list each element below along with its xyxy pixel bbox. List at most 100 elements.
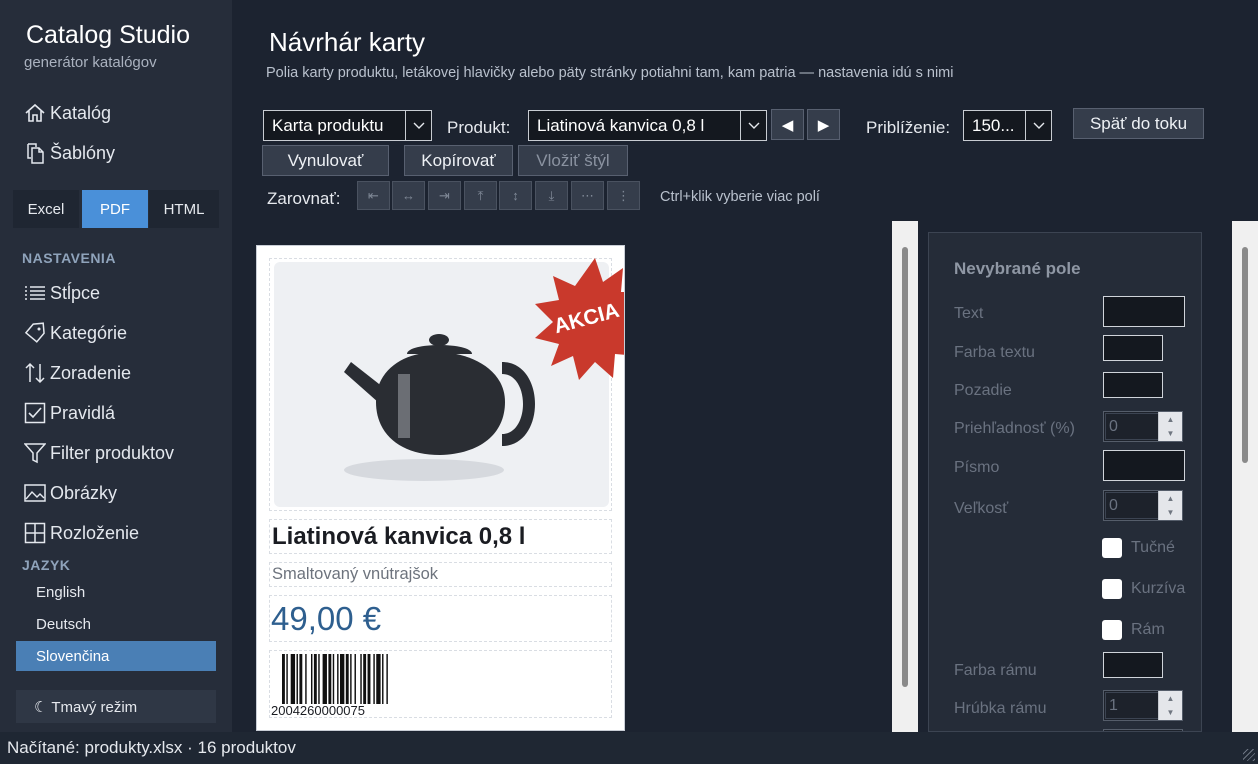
align-bottom-button[interactable]: ⤓ bbox=[535, 181, 568, 210]
format-tab-pdf[interactable]: PDF bbox=[82, 190, 148, 228]
sidebar-item-categories[interactable]: Kategórie bbox=[24, 318, 127, 348]
zoom-select[interactable]: 150... bbox=[963, 110, 1052, 141]
format-tab-excel[interactable]: Excel bbox=[13, 190, 79, 228]
stepper-arrows[interactable]: ▲ ▼ bbox=[1158, 412, 1182, 441]
background-color-swatch[interactable] bbox=[1103, 372, 1163, 398]
frame-width-label: Hrúbka rámu bbox=[954, 700, 1047, 717]
align-center-h-icon: ↔ bbox=[402, 188, 415, 203]
background-label: Pozadie bbox=[954, 382, 1012, 399]
size-value: 0 bbox=[1109, 497, 1118, 514]
paste-style-button[interactable]: Vložiť štýl bbox=[518, 145, 628, 176]
stepper-down-icon[interactable]: ▼ bbox=[1159, 426, 1182, 440]
stepper-arrows[interactable]: ▲ ▼ bbox=[1158, 491, 1182, 520]
product-select[interactable]: Liatinová kanvica 0,8 l bbox=[528, 110, 767, 141]
sidebar-item-layout[interactable]: Rozloženie bbox=[24, 518, 139, 548]
align-left-button[interactable]: ⇤ bbox=[357, 181, 390, 210]
text-input[interactable] bbox=[1103, 296, 1185, 327]
copy-icon bbox=[27, 143, 44, 164]
frame-width-field[interactable]: 1 bbox=[1105, 692, 1159, 719]
align-top-button[interactable]: ⤒ bbox=[464, 181, 497, 210]
checkbox-icon bbox=[24, 402, 46, 424]
italic-checkbox[interactable] bbox=[1102, 579, 1122, 599]
italic-label: Kurzíva bbox=[1131, 580, 1186, 597]
list-icon bbox=[25, 286, 45, 300]
sidebar-item-images[interactable]: Obrázky bbox=[24, 478, 117, 508]
nav-item-sablony[interactable]: Šablóny bbox=[24, 138, 115, 168]
app-title: Catalog Studio bbox=[26, 21, 191, 49]
card-barcode-field[interactable]: 2004260000075 bbox=[269, 650, 612, 718]
opacity-field[interactable]: 0 bbox=[1105, 413, 1159, 440]
format-tab-html[interactable]: HTML bbox=[149, 190, 219, 228]
frame-color-swatch[interactable] bbox=[1103, 652, 1163, 678]
resize-grip-icon[interactable] bbox=[1243, 749, 1255, 761]
stepper-up-icon[interactable]: ▲ bbox=[1159, 691, 1182, 705]
size-stepper[interactable]: 0 ▲ ▼ bbox=[1103, 490, 1183, 521]
stepper-down-icon[interactable]: ▼ bbox=[1159, 705, 1182, 719]
barcode-bar bbox=[367, 654, 371, 704]
text-color-swatch[interactable] bbox=[1103, 335, 1163, 361]
align-middle-v-icon: ↕ bbox=[512, 188, 519, 203]
page-description: Polia karty produktu, letákovej hlavičky… bbox=[266, 65, 954, 81]
sale-badge: AKCIA bbox=[535, 258, 624, 380]
chevron-down-icon bbox=[740, 111, 766, 140]
card-title-field[interactable]: Liatinová kanvica 0,8 l bbox=[269, 519, 612, 554]
align-center-h-button[interactable]: ↔ bbox=[392, 181, 425, 210]
size-field[interactable]: 0 bbox=[1105, 492, 1159, 519]
sidebar-item-label: Obrázky bbox=[50, 482, 118, 503]
triangle-left-icon: ◀ bbox=[781, 116, 794, 134]
align-left-icon: ⇤ bbox=[368, 187, 379, 203]
properties-scrollbar[interactable] bbox=[1232, 221, 1258, 732]
sidebar-item-rules[interactable]: Pravidlá bbox=[24, 398, 115, 428]
stepper-arrows[interactable]: ▲ ▼ bbox=[1158, 691, 1182, 720]
dark-mode-button[interactable]: ☾ Tmavý režim bbox=[16, 690, 216, 723]
sidebar-item-columns[interactable]: Stĺpce bbox=[24, 278, 100, 308]
copy-style-button[interactable]: Kopírovať bbox=[404, 145, 513, 176]
align-label: Zarovnať: bbox=[267, 189, 341, 208]
sidebar-item-sorting[interactable]: Zoradenie bbox=[24, 358, 131, 388]
template-select[interactable]: Karta produktu bbox=[263, 110, 432, 141]
nav-item-label: Šablóny bbox=[50, 142, 116, 163]
card-price-field[interactable]: 49,00 € bbox=[269, 595, 612, 642]
language-deutsch[interactable]: Deutsch bbox=[16, 609, 216, 639]
distribute-v-button[interactable]: ⋮ bbox=[607, 181, 640, 210]
product-select-value: Liatinová kanvica 0,8 l bbox=[537, 115, 705, 135]
frame-checkbox[interactable] bbox=[1102, 620, 1122, 640]
barcode-bar bbox=[363, 654, 367, 704]
canvas-scrollbar[interactable] bbox=[892, 221, 918, 732]
frame-width-stepper[interactable]: 1 ▲ ▼ bbox=[1103, 690, 1183, 721]
image-icon bbox=[24, 484, 46, 502]
stepper-up-icon[interactable]: ▲ bbox=[1159, 491, 1182, 505]
frame-label: Rám bbox=[1131, 621, 1165, 638]
nav-item-katalog[interactable]: Katalóg bbox=[24, 98, 111, 128]
stepper-up-icon[interactable]: ▲ bbox=[1159, 412, 1182, 426]
language-english[interactable]: English bbox=[16, 577, 216, 607]
card-subtitle-field[interactable]: Smaltovaný vnútrajšok bbox=[269, 562, 612, 587]
align-middle-v-button[interactable]: ↕ bbox=[499, 181, 532, 210]
next-product-button[interactable]: ▶ bbox=[807, 109, 840, 140]
bold-checkbox[interactable] bbox=[1102, 538, 1122, 558]
sidebar-item-filter[interactable]: Filter produktov bbox=[24, 438, 174, 468]
font-input[interactable] bbox=[1103, 450, 1185, 481]
distribute-h-button[interactable]: ⋯ bbox=[571, 181, 604, 210]
sidebar-item-label: Kategórie bbox=[50, 322, 128, 343]
barcode-number: 2004260000075 bbox=[271, 703, 365, 718]
canvas-scroll-thumb[interactable] bbox=[902, 247, 908, 687]
barcode-bar bbox=[322, 654, 327, 704]
zoom-select-value: 150... bbox=[972, 115, 1015, 135]
align-hint: Ctrl+klik vyberie viac polí bbox=[660, 189, 820, 205]
status-text: Načítané: produkty.xlsx · 16 produktov bbox=[7, 738, 296, 757]
previous-product-button[interactable]: ◀ bbox=[771, 109, 804, 140]
align-right-icon: ⇥ bbox=[439, 187, 450, 203]
align-right-button[interactable]: ⇥ bbox=[428, 181, 461, 210]
nav-item-label: Katalóg bbox=[50, 102, 112, 123]
stepper-down-icon[interactable]: ▼ bbox=[1159, 505, 1182, 519]
sort-icon bbox=[25, 362, 45, 384]
opacity-stepper[interactable]: 0 ▲ ▼ bbox=[1103, 411, 1183, 442]
sidebar: Catalog Studio generátor katalógov Katal… bbox=[0, 0, 232, 732]
back-to-flow-button[interactable]: Späť do toku bbox=[1073, 108, 1204, 139]
properties-scroll-thumb[interactable] bbox=[1242, 247, 1248, 463]
reset-button[interactable]: Vynulovať bbox=[262, 145, 389, 176]
settings-heading: NASTAVENIA bbox=[22, 250, 116, 266]
language-slovencina[interactable]: Slovenčina bbox=[16, 641, 216, 671]
barcode-bar bbox=[386, 654, 388, 704]
